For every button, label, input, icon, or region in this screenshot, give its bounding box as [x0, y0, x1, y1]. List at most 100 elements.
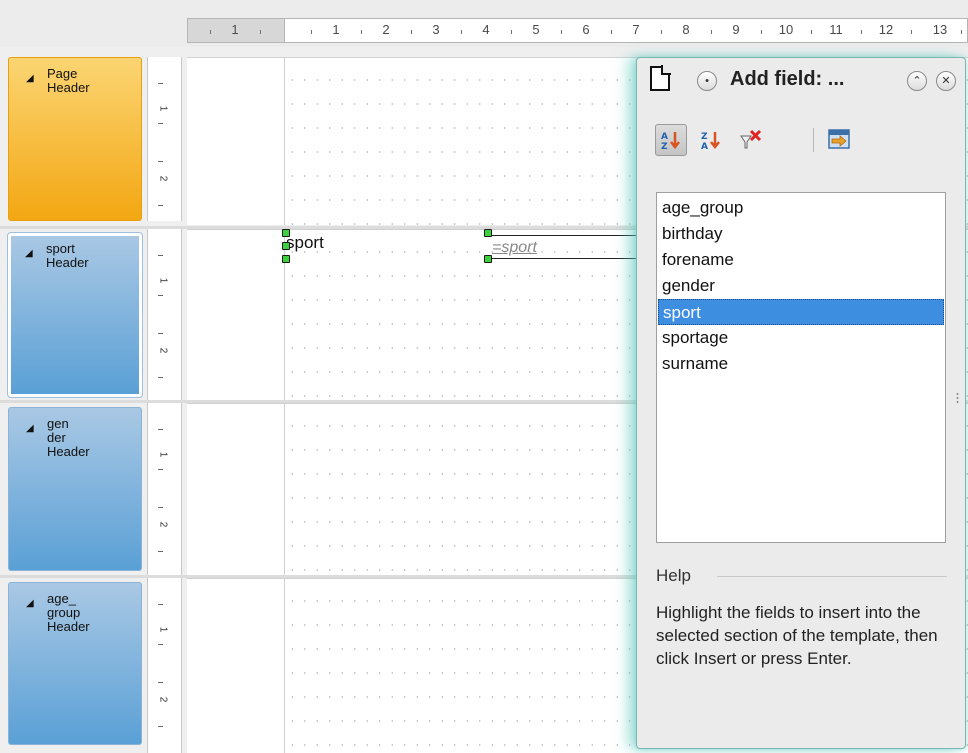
- ruler-tick: [461, 30, 462, 34]
- collapse-triangle-icon[interactable]: ◢: [25, 248, 33, 259]
- ruler-tick: [761, 30, 762, 34]
- field-list-item[interactable]: forename: [658, 247, 944, 273]
- collapse-triangle-icon[interactable]: ◢: [26, 423, 34, 434]
- vertical-ruler: 1 2: [147, 229, 182, 401]
- section-label-text: gen der Header: [47, 416, 90, 459]
- field-list[interactable]: age_group birthday forename gender sport…: [656, 192, 946, 543]
- section-label-sport-header[interactable]: ◢ sport Header: [7, 232, 143, 398]
- sort-descending-icon: Z A: [701, 132, 720, 151]
- vertical-ruler-number: 1: [157, 105, 169, 112]
- ruler-tick: [311, 30, 312, 34]
- vertical-ruler: 1 2: [147, 57, 182, 221]
- vertical-ruler-number: 2: [157, 521, 169, 528]
- vertical-ruler-number: 1: [157, 451, 169, 458]
- ruler-tick: [411, 30, 412, 34]
- left-margin: [187, 579, 285, 753]
- data-field-text: =sport: [492, 239, 537, 256]
- ruler-number: 3: [432, 22, 440, 37]
- ruler-number: 12: [878, 22, 894, 37]
- ruler-strip: 1 1 2 3 4 5 6 7 8 9 10 11 12 13: [187, 18, 968, 43]
- ruler-tick: [260, 30, 261, 34]
- close-icon[interactable]: ✕: [936, 71, 956, 91]
- window-menu-icon[interactable]: •: [697, 71, 717, 91]
- ruler-tick: [210, 30, 211, 34]
- left-margin: [187, 58, 285, 225]
- selection-handle[interactable]: [484, 255, 492, 263]
- ruler-tick: [661, 30, 662, 34]
- sort-ascending-button[interactable]: A Z: [655, 124, 687, 156]
- ruler-tick: [911, 30, 912, 34]
- ruler-number: 1: [231, 22, 239, 37]
- ruler-tick: [961, 30, 962, 34]
- svg-text:Z: Z: [701, 132, 708, 142]
- svg-text:A: A: [701, 142, 708, 151]
- collapse-triangle-icon[interactable]: ◢: [26, 598, 34, 609]
- remove-sort-button[interactable]: [735, 124, 767, 156]
- section-label-text: Page Header: [47, 66, 90, 95]
- ruler-tick: [861, 30, 862, 34]
- field-list-item-selected[interactable]: sport: [658, 299, 944, 325]
- section-label-age-group-header[interactable]: ◢ age_ group Header: [8, 582, 142, 745]
- ruler-number: 7: [632, 22, 640, 37]
- ruler-tick: [811, 30, 812, 34]
- help-divider: [717, 576, 947, 577]
- remove-sort-icon: [740, 129, 762, 149]
- field-list-item[interactable]: gender: [658, 273, 944, 299]
- add-field-dialog: • Add field: ... ⌃ ✕ A Z Z A age_group b…: [636, 57, 966, 749]
- left-margin: [187, 404, 285, 575]
- report-data-field[interactable]: =sport: [488, 235, 648, 259]
- section-label-page-header[interactable]: ◢ Page Header: [8, 57, 142, 221]
- section-label-gender-header[interactable]: ◢ gen der Header: [8, 407, 142, 571]
- selection-handle[interactable]: [282, 229, 290, 237]
- field-list-item[interactable]: age_group: [658, 195, 944, 221]
- ruler-number: 8: [682, 22, 690, 37]
- selection-handle[interactable]: [484, 229, 492, 237]
- minimize-icon[interactable]: ⌃: [907, 71, 927, 91]
- section-label-text: age_ group Header: [47, 591, 90, 634]
- left-margin: [187, 230, 285, 401]
- ruler-number: 2: [382, 22, 390, 37]
- vertical-ruler: 1 2: [147, 578, 182, 753]
- section-label-text: sport Header: [46, 241, 89, 270]
- report-label-field[interactable]: sport: [286, 233, 324, 253]
- insert-field-icon: [828, 129, 850, 149]
- help-text: Highlight the fields to insert into the …: [656, 603, 938, 668]
- field-list-item[interactable]: surname: [658, 351, 944, 377]
- vertical-ruler: 1 2: [147, 403, 182, 575]
- sort-ascending-icon: A Z: [661, 132, 680, 151]
- ruler-number: 13: [932, 22, 948, 37]
- help-heading: Help: [656, 566, 691, 585]
- ruler-tick: [361, 30, 362, 34]
- sort-descending-button[interactable]: Z A: [695, 124, 727, 156]
- ruler-tick: [511, 30, 512, 34]
- vertical-ruler-number: 2: [157, 696, 169, 703]
- vertical-ruler-number: 1: [157, 626, 169, 633]
- ruler-number: 10: [778, 22, 794, 37]
- ruler-tick: [711, 30, 712, 34]
- collapse-triangle-icon[interactable]: ◢: [26, 73, 34, 84]
- field-list-item[interactable]: sportage: [658, 325, 944, 351]
- ruler-tick: [561, 30, 562, 34]
- splitter-grip[interactable]: [956, 392, 959, 404]
- document-icon: [650, 65, 671, 91]
- dialog-title: Add field: ...: [730, 68, 845, 90]
- selection-handle[interactable]: [282, 255, 290, 263]
- ruler-number: 11: [829, 22, 843, 37]
- ruler-tick: [611, 30, 612, 34]
- vertical-ruler-number: 2: [157, 347, 169, 354]
- horizontal-ruler: 1 1 2 3 4 5 6 7 8 9 10 11 12 13: [0, 0, 968, 47]
- ruler-number: 9: [732, 22, 740, 37]
- svg-text:Z: Z: [661, 142, 668, 151]
- dialog-toolbar: A Z Z A: [655, 124, 955, 160]
- insert-field-button[interactable]: [823, 124, 855, 156]
- dialog-titlebar[interactable]: • Add field: ... ⌃ ✕: [637, 58, 965, 102]
- svg-text:A: A: [661, 132, 668, 142]
- ruler-number: 5: [532, 22, 540, 37]
- selection-handle[interactable]: [282, 242, 290, 250]
- field-list-item[interactable]: birthday: [658, 221, 944, 247]
- vertical-ruler-number: 1: [157, 277, 169, 284]
- ruler-number: 1: [332, 22, 340, 37]
- toolbar-separator: [813, 128, 814, 152]
- ruler-number: 4: [482, 22, 490, 37]
- vertical-ruler-number: 2: [157, 175, 169, 182]
